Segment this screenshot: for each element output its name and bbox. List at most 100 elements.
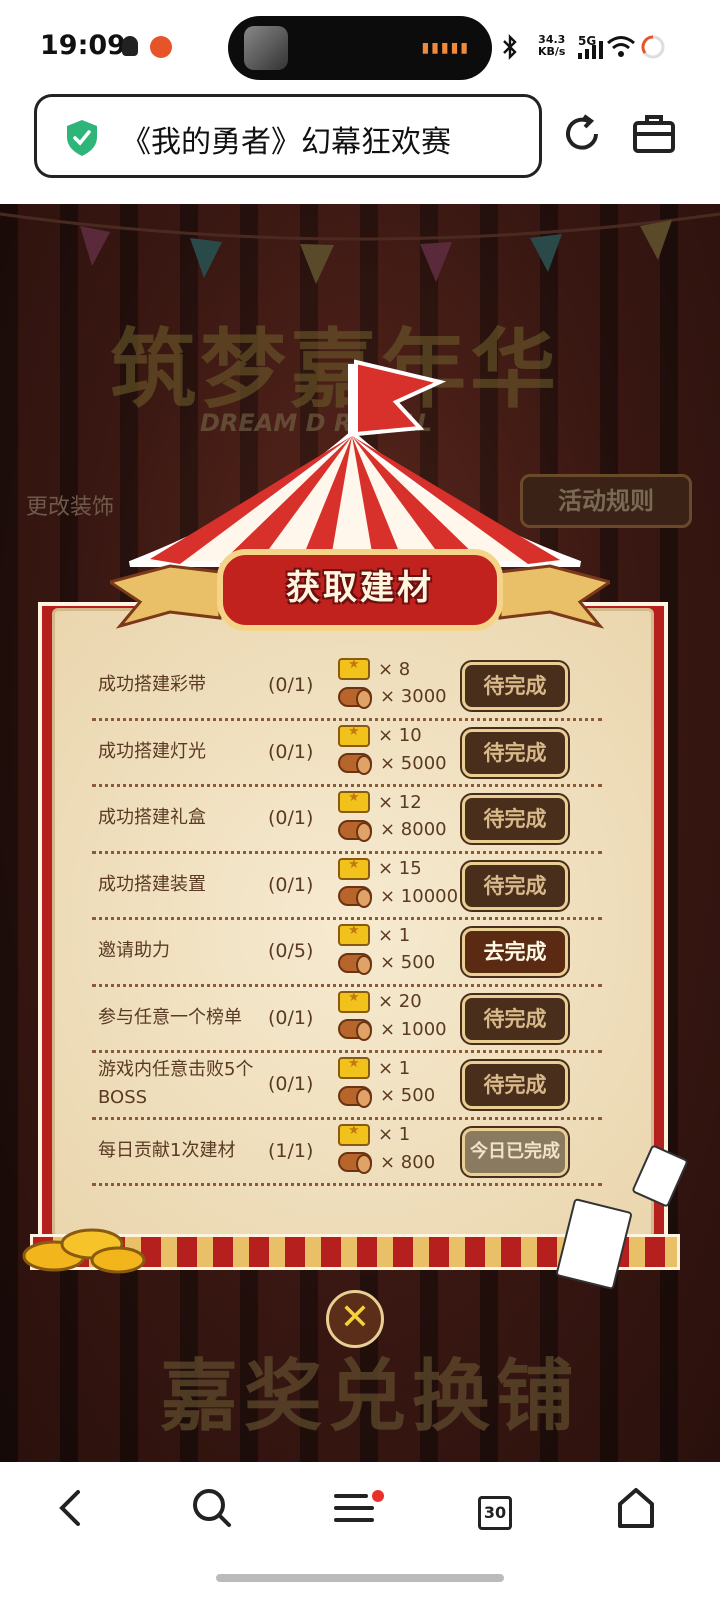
- task-action-button[interactable]: 待完成: [462, 994, 568, 1043]
- address-bar[interactable]: 《我的勇者》幻幕狂欢赛: [34, 94, 542, 178]
- task-name: 游戏内任意击败5个BOSS: [98, 1059, 254, 1108]
- task-row: 游戏内任意击败5个BOSS (0/1) × 1 × 500 待完成: [92, 1053, 602, 1120]
- ticket-icon: [338, 790, 370, 813]
- wood-reward: × 1000: [338, 1018, 447, 1041]
- status-bar: 19:09 ▮▮▮▮▮ 34.3 KB/s 5G: [0, 0, 720, 92]
- game-canvas: 筑梦嘉年华 DREAM D RNIVAL 更改装饰 活动规则 嘉奖兑换铺 获取建…: [0, 204, 720, 1462]
- task-row: 成功搭建礼盒 (0/1) × 12 × 8000 待完成: [92, 787, 602, 854]
- task-row: 成功搭建装置 (0/1) × 15 × 10000 待完成: [92, 854, 602, 920]
- ticket-reward: × 1: [338, 1123, 410, 1146]
- task-action-button[interactable]: 待完成: [462, 728, 568, 777]
- clock: 19:09: [40, 30, 126, 61]
- wood-amount: × 8000: [380, 819, 447, 840]
- wood-amount: × 500: [380, 1085, 436, 1106]
- task-name: 成功搭建礼盒: [98, 807, 206, 828]
- ticket-reward: × 1: [338, 1056, 411, 1079]
- qq-icon: [122, 36, 138, 56]
- ticket-amount: × 8: [378, 658, 411, 680]
- ticket-amount: × 12: [378, 791, 422, 813]
- audio-wave-icon: ▮▮▮▮▮: [421, 40, 470, 56]
- wood-amount: × 5000: [380, 752, 447, 774]
- wood-log-icon: [338, 1152, 372, 1174]
- home-icon[interactable]: [612, 1484, 660, 1532]
- task-name: 成功搭建装置: [98, 873, 206, 895]
- task-row: 成功搭建灯光 (0/1) × 10 × 5000 待完成: [92, 721, 602, 787]
- task-name: 邀请助力: [98, 940, 170, 961]
- media-thumbnail: [244, 26, 288, 70]
- ticket-icon: [338, 657, 370, 680]
- task-action-button[interactable]: 待完成: [462, 861, 568, 910]
- search-icon[interactable]: [188, 1484, 236, 1532]
- signal-icon: [578, 41, 603, 59]
- wood-amount: × 800: [380, 1151, 436, 1173]
- wood-log-icon: [338, 819, 372, 842]
- task-list: 成功搭建彩带 (0/1) × 8 × 3000 待完成 成功搭建灯光 (0/1)…: [92, 654, 602, 1186]
- task-action-button[interactable]: 待完成: [462, 1061, 568, 1109]
- ticket-icon: [338, 923, 370, 946]
- gold-coins-decoration: [22, 1228, 146, 1274]
- task-row: 成功搭建彩带 (0/1) × 8 × 3000 待完成: [92, 654, 602, 721]
- ticket-amount: × 1: [378, 1057, 411, 1079]
- back-icon[interactable]: [48, 1484, 96, 1532]
- dynamic-island[interactable]: ▮▮▮▮▮: [228, 16, 492, 80]
- task-name: 每日贡献1次建材: [98, 1139, 236, 1161]
- task-progress: (0/5): [268, 940, 314, 962]
- ticket-reward: × 1: [338, 923, 410, 946]
- wood-reward: × 800: [338, 1151, 436, 1174]
- wood-reward: × 8000: [338, 819, 447, 842]
- reward-shop-title: 嘉奖兑换铺: [160, 1352, 581, 1442]
- ticket-reward: × 12: [338, 790, 422, 813]
- task-name: 参与任意一个榜单: [98, 1006, 242, 1028]
- network-speed: 34.3 KB/s: [538, 34, 565, 58]
- wood-amount: × 500: [380, 952, 436, 973]
- wood-log-icon: [338, 952, 372, 975]
- go-complete-button[interactable]: 去完成: [462, 928, 568, 976]
- security-shield-icon: [67, 120, 97, 156]
- wifi-icon: [607, 36, 635, 57]
- tabs-button[interactable]: 30: [478, 1496, 512, 1530]
- ticket-reward: × 15: [338, 857, 422, 880]
- ticket-icon: [338, 1123, 370, 1146]
- modal-title: 获取建材: [286, 568, 434, 608]
- network-speed-unit: KB/s: [538, 45, 566, 58]
- home-indicator[interactable]: [216, 1574, 504, 1582]
- bunting-decoration: [0, 212, 720, 284]
- task-action-button[interactable]: 待完成: [462, 662, 568, 710]
- task-name: 成功搭建彩带: [98, 674, 206, 695]
- menu-icon[interactable]: [330, 1484, 378, 1532]
- app-notification-icon: [150, 36, 172, 58]
- task-action-button[interactable]: 待完成: [462, 795, 568, 843]
- close-button[interactable]: ✕: [326, 1290, 384, 1348]
- refresh-icon[interactable]: [558, 110, 606, 158]
- task-progress: (0/1): [268, 1073, 314, 1095]
- wood-log-icon: [338, 686, 372, 709]
- wood-log-icon: [338, 886, 372, 908]
- wood-amount: × 1000: [380, 1018, 447, 1040]
- task-progress: (0/1): [268, 807, 314, 829]
- wood-amount: × 3000: [380, 686, 447, 707]
- task-row: 参与任意一个榜单 (0/1) × 20 × 1000 待完成: [92, 987, 602, 1053]
- task-progress: (0/1): [268, 1006, 314, 1029]
- notification-dot: [372, 1490, 384, 1502]
- bluetooth-icon: [503, 34, 517, 60]
- toolbox-icon[interactable]: [630, 110, 678, 158]
- ticket-reward: × 10: [338, 724, 422, 747]
- task-name: 成功搭建灯光: [98, 740, 206, 762]
- task-progress: (0/1): [268, 740, 314, 763]
- wood-reward: × 3000: [338, 686, 447, 709]
- task-progress: (1/1): [268, 1139, 314, 1162]
- ticket-reward: × 20: [338, 990, 422, 1013]
- wood-reward: × 5000: [338, 752, 447, 775]
- ticket-amount: × 10: [378, 725, 422, 746]
- task-row: 每日贡献1次建材 (1/1) × 1 × 800 今日已完成: [92, 1120, 602, 1186]
- wood-reward: × 10000: [338, 886, 458, 908]
- ticket-icon: [338, 1056, 370, 1079]
- ticket-reward: × 8: [338, 657, 411, 680]
- task-row: 邀请助力 (0/5) × 1 × 500 去完成: [92, 920, 602, 987]
- ticket-icon: [338, 857, 370, 880]
- completed-today-button: 今日已完成: [462, 1127, 568, 1176]
- wood-log-icon: [338, 1019, 372, 1041]
- ticket-amount: × 15: [378, 858, 422, 879]
- page-title: 《我的勇者》幻幕狂欢赛: [121, 125, 451, 160]
- ticket-amount: × 20: [378, 991, 422, 1012]
